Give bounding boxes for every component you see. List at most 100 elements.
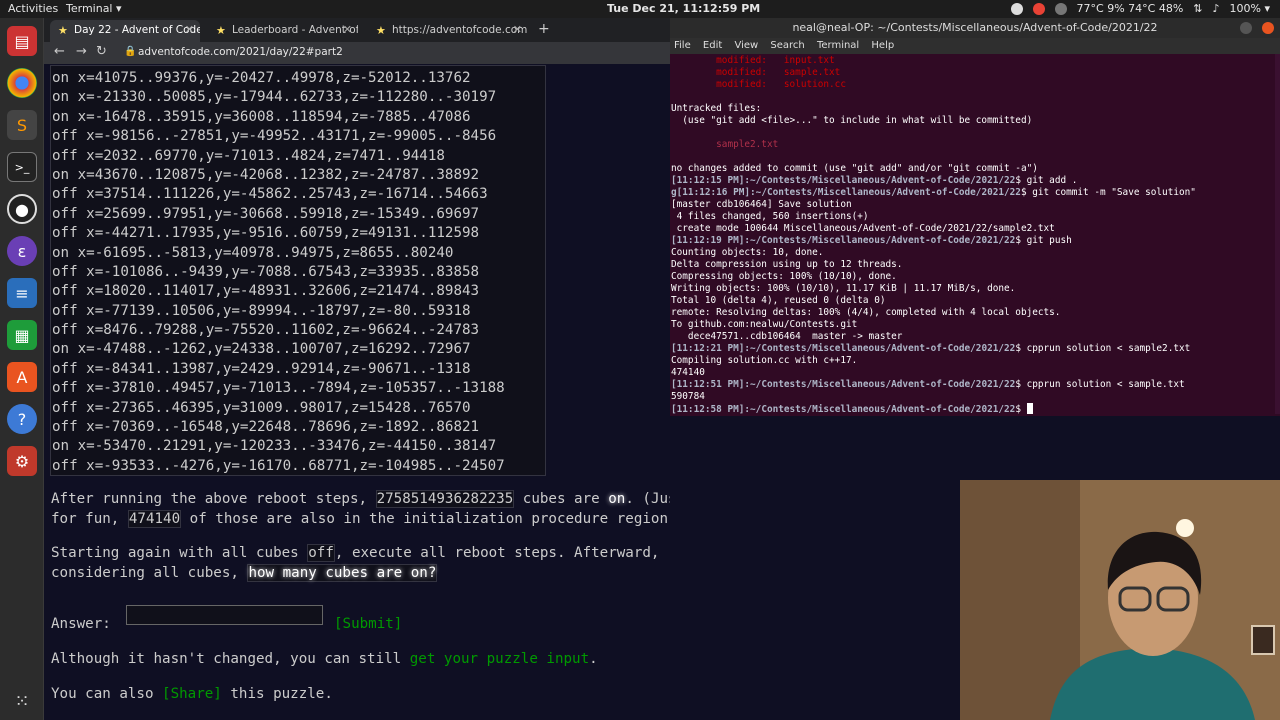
reboot-step-line: on x=41075..99376,y=-20427..49978,z=-520… [52,70,471,86]
star-icon: ★ [216,24,226,37]
text: cubes are [514,491,609,507]
volume-icon[interactable]: ♪ [1213,2,1220,15]
close-icon[interactable]: ✕ [343,23,352,36]
text: considering all cubes, [51,564,248,581]
system-status-text[interactable]: 77°C 9% 74°C 48% [1077,2,1184,15]
settings-icon[interactable]: ⚙ [7,446,37,476]
puzzle-page: on x=41075..99376,y=-20427..49978,z=-520… [44,64,670,720]
prompt-timestamp: g[11:12:16 PM]: [671,187,756,198]
prompt-path: ~/Contests/Miscellaneous/Advent-of-Code/… [750,379,1016,390]
command: $ git commit -m "Save solution" [1020,187,1196,198]
terminal-titlebar[interactable]: neal@neal-OP: ~/Contests/Miscellaneous/A… [670,18,1280,38]
system-tray[interactable]: 77°C 9% 74°C 48% ⇅ ♪ 100% ▾ [1010,2,1270,15]
text: , execute all reboot steps. Afterward, [334,545,660,561]
star-icon: ★ [58,24,68,37]
software-center-icon[interactable]: A [7,362,37,392]
menu-edit[interactable]: Edit [703,40,722,51]
answer-row: Answer: [51,615,119,635]
prompt-line: [11:12:19 PM]:~/Contests/Miscellaneous/A… [671,235,1274,247]
reboot-step-line: off x=-27365..46395,y=31009..98017,z=154… [52,399,471,416]
close-icon[interactable] [1262,22,1274,34]
browser-window: ★ Day 22 - Advent of Code 2021 ✕ ★ Leade… [44,18,670,720]
prompt-path: ~/Contests/Miscellaneous/Advent-of-Code/… [750,404,1016,414]
clock[interactable]: Tue Dec 21, 11:12:59 PM [607,2,760,15]
tab-day22[interactable]: ★ Day 22 - Advent of Code 2021 ✕ [50,20,200,42]
system-top-bar: Activities Terminal ▾ Tue Dec 21, 11:12:… [0,0,1280,18]
sublime-text-icon[interactable]: S [7,110,37,140]
prompt-path: ~/Contests/Miscellaneous/Advent-of-Code/… [750,235,1016,246]
terminal-output[interactable]: modified: input.txt modified: sample.txt… [670,54,1274,414]
answer-input[interactable] [126,605,323,625]
show-apps-icon[interactable]: ⁙ [7,686,37,716]
battery-indicator[interactable]: 100% ▾ [1230,2,1270,15]
network-icon[interactable]: ⇅ [1193,2,1202,15]
puzzle-input-link[interactable]: get your puzzle input [410,651,589,667]
terminal-line: sample2.txt [671,139,779,150]
text: You can also [51,686,163,702]
submit-button[interactable]: [Submit] [334,615,402,635]
obs-tray-icon[interactable] [1010,2,1023,15]
prompt-timestamp: [11:12:58 PM]: [671,404,751,414]
share-link[interactable]: [Share] [162,686,222,702]
command: $ [1015,404,1027,414]
obs-icon[interactable]: ● [7,194,37,224]
forward-icon[interactable]: → [76,44,87,59]
terminal-line: [master cdb106464] Save solution [671,199,852,210]
init-value: 474140 [127,509,182,528]
reboot-step-line: off x=-77139..10506,y=-89994..-18797,z=-… [52,302,471,319]
browser-toolbar: ← → ↻ 🔒 adventofcode.com/2021/day/22#par… [44,42,670,64]
menu-terminal[interactable]: Terminal [817,40,859,51]
terminal-line: Untracked files: [671,103,762,114]
menu-file[interactable]: File [674,40,691,51]
menu-view[interactable]: View [734,40,758,51]
reboot-step-line: on x=-53470..21291,y=-120233..-33476,z=-… [52,438,497,455]
command: $ git add . [1015,175,1078,186]
command: $ git push [1015,235,1072,246]
menu-search[interactable]: Search [770,40,804,51]
reboot-step-line: on x=-47488..-1262,y=24338..100707,z=162… [52,341,471,358]
close-icon[interactable]: ✕ [185,23,194,36]
prompt-timestamp: [11:12:51 PM]: [671,379,751,390]
new-tab-icon[interactable]: + [538,21,550,37]
close-icon[interactable]: ✕ [513,23,522,36]
menu-help[interactable]: Help [871,40,894,51]
reboot-step-line: off x=2032..69770,y=-71013..4824,z=7471.… [52,147,445,164]
help-icon[interactable]: ? [7,404,37,434]
door [960,480,1080,720]
text: . (Just [625,491,670,507]
terminal-line: dece47571..cdb106464 master -> master [671,331,903,342]
prompt-path: ~/Contests/Miscellaneous/Advent-of-Code/… [750,175,1016,186]
star-icon: ★ [376,24,386,37]
chrome-tray-icon[interactable] [1032,2,1045,15]
tab-leaderboard[interactable]: ★ Leaderboard - Advent of Code ✕ [208,20,358,42]
back-icon[interactable]: ← [54,44,65,59]
terminal-line: remote: Resolving deltas: 100% (4/4), co… [671,307,1061,318]
terminal-line: Total 10 (delta 4), reused 0 (delta 0) [671,295,886,306]
calc-icon[interactable]: ▦ [7,320,37,350]
reboot-step-line: off x=-70369..-16548,y=22648..78696,z=-1… [52,419,480,436]
reload-icon[interactable]: ↻ [96,44,107,59]
terminal-line: Delta compression using up to 12 threads… [671,259,903,270]
app-tray-icon[interactable] [1054,2,1067,15]
tab-aoc-url[interactable]: ★ https://adventofcode.com ✕ [368,20,528,42]
activities-button[interactable]: Activities [8,2,58,15]
question-paragraph: Starting again with all cubes off, execu… [51,544,659,583]
address-bar[interactable]: 🔒 adventofcode.com/2021/day/22#part2 [122,43,662,63]
writer-icon[interactable]: ≡ [7,278,37,308]
share-paragraph: You can also [Share] this puzzle. [51,685,333,705]
app-menu[interactable]: Terminal ▾ [66,2,122,15]
chrome-icon[interactable] [7,68,37,98]
emacs-icon[interactable]: ε [7,236,37,266]
prompt-line: [11:12:15 PM]:~/Contests/Miscellaneous/A… [671,175,1274,187]
terminal-line: To github.com:nealwu/Contests.git [671,319,858,330]
files-icon[interactable]: ▤ [7,26,37,56]
minimize-icon[interactable] [1240,22,1252,34]
reboot-step-line: on x=-16478..35915,y=36008..118594,z=-78… [52,108,471,125]
prompt-line: [11:12:21 PM]:~/Contests/Miscellaneous/A… [671,343,1274,355]
reboot-step-line: off x=-93533..-4276,y=-16170..68771,z=-1… [52,457,505,474]
terminal-line: modified: sample.txt [671,67,841,78]
terminal-icon[interactable]: >_ [7,152,37,182]
terminal-scrollbar[interactable] [1275,54,1280,414]
terminal-line: modified: solution.cc [671,79,846,90]
